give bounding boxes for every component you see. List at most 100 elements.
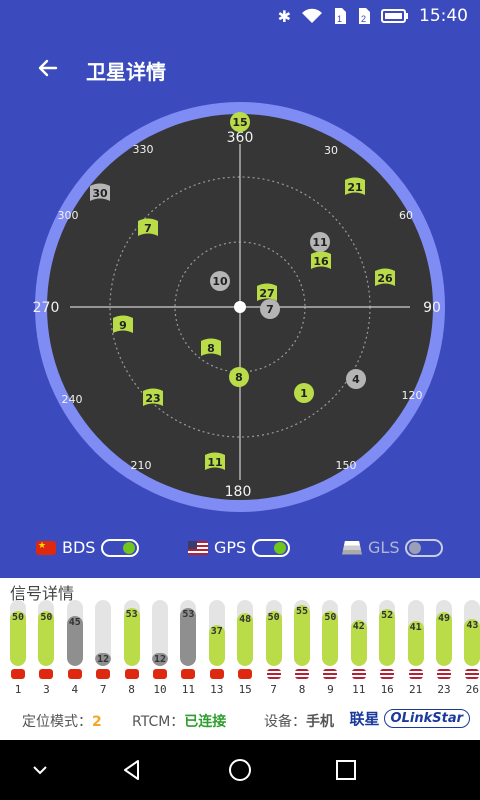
- china-flag-icon: [124, 669, 139, 679]
- satellite-marker[interactable]: 16: [311, 251, 331, 270]
- satellite-id: 8: [207, 342, 215, 355]
- usa-flag-icon: [295, 669, 309, 679]
- switch-knob: [123, 541, 136, 554]
- satellite-number: 8: [298, 683, 306, 696]
- nav-back-button[interactable]: [116, 754, 148, 786]
- signal-bar-track: [237, 600, 254, 666]
- satellite-marker[interactable]: 15: [230, 112, 250, 132]
- top-panel: ✱ 1 2 15:40 卫星详情 360 30 60 90 120 150 18…: [0, 0, 480, 578]
- angle-label: 360: [227, 130, 254, 146]
- angle-label: 120: [402, 389, 423, 402]
- bds-toggle-group: BDS: [36, 538, 140, 557]
- battery-icon: [381, 9, 408, 23]
- satellite-marker[interactable]: 21: [345, 177, 365, 196]
- back-triangle-icon: [124, 760, 139, 780]
- signal-bar-track: [350, 600, 367, 666]
- device-label: 设备：: [264, 714, 306, 730]
- mode-value: 2: [92, 714, 102, 730]
- satellite-id: 8: [235, 371, 243, 384]
- satellite-marker[interactable]: 11: [310, 232, 330, 252]
- device-value: 手机: [306, 714, 334, 730]
- satellite-marker[interactable]: 11: [205, 452, 225, 471]
- satellite-id: 27: [259, 287, 274, 300]
- signal-bar-track: [38, 600, 55, 666]
- signal-value: 41: [409, 622, 422, 633]
- signal-value: 50: [324, 612, 337, 623]
- rtcm-value: 已连接: [184, 714, 227, 730]
- satellite-id: 11: [207, 456, 222, 469]
- satellite-id: 7: [144, 222, 152, 235]
- signal-value: 52: [381, 610, 394, 621]
- satellite-marker[interactable]: 30: [90, 183, 110, 202]
- signal-value: 42: [352, 621, 365, 632]
- usa-flag-icon: [408, 669, 423, 679]
- usa-flag-icon: [380, 669, 395, 679]
- back-button[interactable]: [30, 50, 66, 86]
- satellite-id: 9: [119, 319, 127, 332]
- angle-label: 60: [399, 209, 413, 222]
- satellite-id: 26: [377, 272, 393, 285]
- satellite-number: 8: [128, 683, 135, 696]
- nav-recents-button[interactable]: [330, 754, 362, 786]
- satellite-marker[interactable]: 8: [201, 338, 221, 357]
- china-flag-icon: [11, 669, 25, 679]
- home-circle-icon: [229, 759, 251, 781]
- satellite-marker[interactable]: 4: [346, 369, 366, 389]
- satellite-number: 15: [238, 683, 252, 696]
- bluetooth-icon: ✱: [277, 6, 291, 26]
- satellite-number: 11: [352, 683, 366, 696]
- satellite-skyplot: 360 30 60 90 120 150 180 210 240 270 300 330 15 30 21…: [33, 102, 445, 512]
- constellation-toggles: BDS GPS GLS: [0, 532, 480, 572]
- satellite-number: 7: [99, 683, 107, 696]
- rtcm-label: RTCM：: [132, 714, 185, 730]
- nav-hide-button[interactable]: [24, 754, 56, 786]
- switch-knob: [409, 541, 422, 554]
- status-info-bar: 定位模式：2 RTCM：已连接 设备：手机 联星 OLinkStar: [0, 702, 480, 738]
- angle-label: 90: [423, 300, 441, 316]
- signal-value: 48: [239, 614, 252, 625]
- satellite-marker[interactable]: 7: [260, 299, 280, 319]
- satellite-number: 4: [71, 683, 79, 696]
- signal-value: 12: [97, 654, 110, 665]
- signal-value: 55: [295, 606, 309, 617]
- china-flag-icon: [39, 669, 54, 679]
- angle-label: 210: [131, 459, 152, 472]
- usa-flag-icon: [323, 669, 338, 679]
- nav-home-button[interactable]: [224, 754, 256, 786]
- status-bar: ✱ 1 2 15:40: [0, 0, 480, 34]
- satellite-marker[interactable]: 1: [294, 383, 314, 403]
- signal-bar-track: [464, 600, 480, 666]
- mode-label: 定位模式：: [22, 714, 92, 730]
- china-flag-icon: [96, 669, 111, 679]
- signal-value: 49: [437, 613, 451, 624]
- satellite-marker[interactable]: 26: [375, 268, 395, 287]
- gls-switch[interactable]: [405, 538, 444, 557]
- angle-label: 30: [324, 144, 338, 157]
- satellite-id: 7: [266, 303, 274, 316]
- satellite-number: 23: [437, 683, 451, 696]
- china-flag-icon: [67, 669, 82, 679]
- satellite-marker[interactable]: 27: [257, 283, 277, 302]
- satellite-id: 15: [232, 116, 247, 129]
- china-flag-icon: [209, 669, 224, 679]
- signal-bars: 50 1 50 3 45 4 12 7 53 8 12 10 53 11 37 13 48 15 50 7 55 8 50 9…: [10, 600, 480, 696]
- satellite-marker[interactable]: 8: [229, 367, 249, 387]
- satellite-number: 11: [181, 683, 196, 696]
- china-flag-icon: [181, 669, 196, 679]
- satellite-marker[interactable]: 7: [138, 218, 158, 237]
- brand-logo: 联星 OLinkStar: [350, 708, 470, 729]
- signal-value: 12: [153, 654, 167, 665]
- satellite-number: 7: [270, 683, 277, 696]
- satellite-marker[interactable]: 9: [113, 315, 133, 334]
- satellite-marker[interactable]: 10: [210, 271, 230, 291]
- satellite-number: 26: [465, 683, 480, 696]
- angle-label: 240: [62, 393, 83, 406]
- bds-switch[interactable]: [101, 538, 140, 557]
- gps-switch[interactable]: [252, 538, 291, 557]
- signal-bar-track: [322, 600, 339, 666]
- page-title: 卫星详情: [86, 60, 166, 84]
- satellite-id: 1: [300, 387, 308, 400]
- skyplot-center-dot: [234, 301, 246, 313]
- satellite-marker[interactable]: 23: [143, 388, 163, 407]
- china-flag-icon: [238, 669, 253, 679]
